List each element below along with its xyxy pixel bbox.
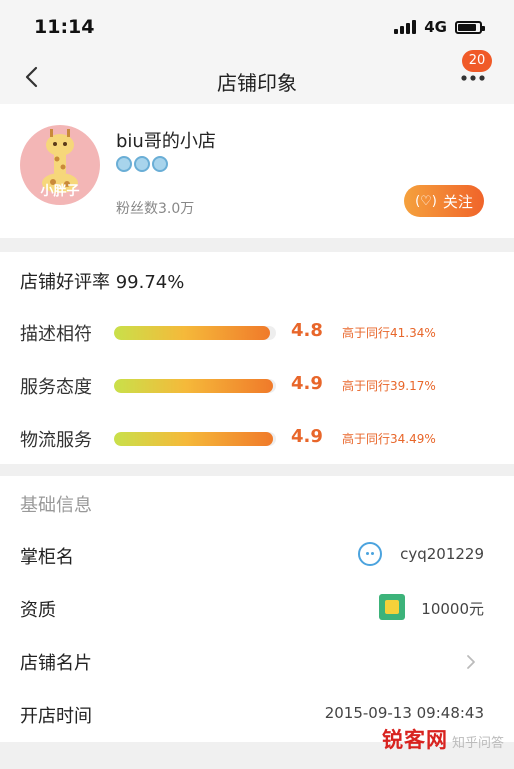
- info-label: 开店时间: [20, 706, 92, 727]
- shop-card: 小胖子 biu哥的小店 粉丝数3.0万: [0, 104, 514, 238]
- rating-bar: [114, 432, 276, 446]
- section-divider: [0, 238, 514, 252]
- status-bar: 11:14 4G: [0, 0, 514, 52]
- level-crown-icon: [134, 156, 150, 172]
- follow-icon: (♡): [415, 193, 437, 209]
- follow-button[interactable]: (♡) 关注: [404, 185, 484, 217]
- page-title: 店铺印象: [217, 71, 297, 95]
- info-label: 店铺名片: [20, 653, 92, 674]
- rating-score: 4.8: [291, 320, 323, 341]
- section-divider: [0, 464, 514, 476]
- rating-label: 物流服务: [20, 430, 92, 451]
- rating-compare: 高于同行39.17%: [342, 379, 436, 393]
- info-label: 掌柜名: [20, 547, 74, 568]
- info-label: 资质: [20, 600, 56, 621]
- signal-icon: [394, 20, 417, 34]
- rating-score: 4.9: [291, 373, 323, 394]
- section-title: 基础信息: [20, 495, 92, 516]
- watermark-caption: 知乎问答: [451, 736, 504, 751]
- notification-badge: 20: [462, 50, 492, 72]
- info-value: cyq201229: [400, 545, 484, 563]
- info-value: 10000元: [421, 600, 484, 618]
- status-indicators: 4G: [394, 18, 485, 36]
- rating-row-service: 服务态度 4.9 高于同行39.17%: [0, 367, 514, 403]
- battery-icon: [455, 20, 485, 34]
- deposit-icon: [379, 594, 405, 620]
- chevron-right-icon[interactable]: [464, 653, 478, 671]
- rating-label: 服务态度: [20, 377, 92, 398]
- rating-label: 描述相符: [20, 324, 92, 345]
- status-time: 11:14: [34, 16, 95, 38]
- shop-level: [116, 156, 168, 172]
- rating-bar: [114, 326, 276, 340]
- info-row-shop-card[interactable]: 店铺名片: [0, 635, 514, 687]
- nav-bar: 店铺印象 20: [0, 50, 514, 104]
- level-crown-icon: [116, 156, 132, 172]
- rating-row-logistics: 物流服务 4.9 高于同行34.49%: [0, 420, 514, 456]
- overall-rating: 店铺好评率 99.74%: [20, 272, 185, 293]
- watermark: 锐客网 知乎问答: [382, 724, 504, 754]
- rating-compare: 高于同行41.34%: [342, 326, 436, 340]
- rating-bar: [114, 379, 276, 393]
- rating-score: 4.9: [291, 426, 323, 447]
- avatar-caption: 小胖子: [40, 184, 80, 199]
- more-icon[interactable]: [460, 74, 486, 82]
- rating-row-description: 描述相符 4.8 高于同行41.34%: [0, 314, 514, 350]
- shop-name: biu哥的小店: [116, 131, 216, 152]
- follow-label: 关注: [442, 192, 473, 211]
- watermark-logo: 锐客网: [381, 728, 448, 752]
- wangwang-icon[interactable]: [358, 542, 382, 566]
- level-crown-icon: [152, 156, 168, 172]
- fans-count: 粉丝数3.0万: [116, 201, 195, 217]
- rating-compare: 高于同行34.49%: [342, 432, 436, 446]
- info-value: 2015-09-13 09:48:43: [324, 704, 484, 722]
- network-type: 4G: [424, 18, 447, 36]
- info-row-qualification[interactable]: 资质 10000元: [0, 582, 514, 634]
- avatar[interactable]: 小胖子: [20, 125, 100, 205]
- info-row-owner[interactable]: 掌柜名 cyq201229: [0, 529, 514, 581]
